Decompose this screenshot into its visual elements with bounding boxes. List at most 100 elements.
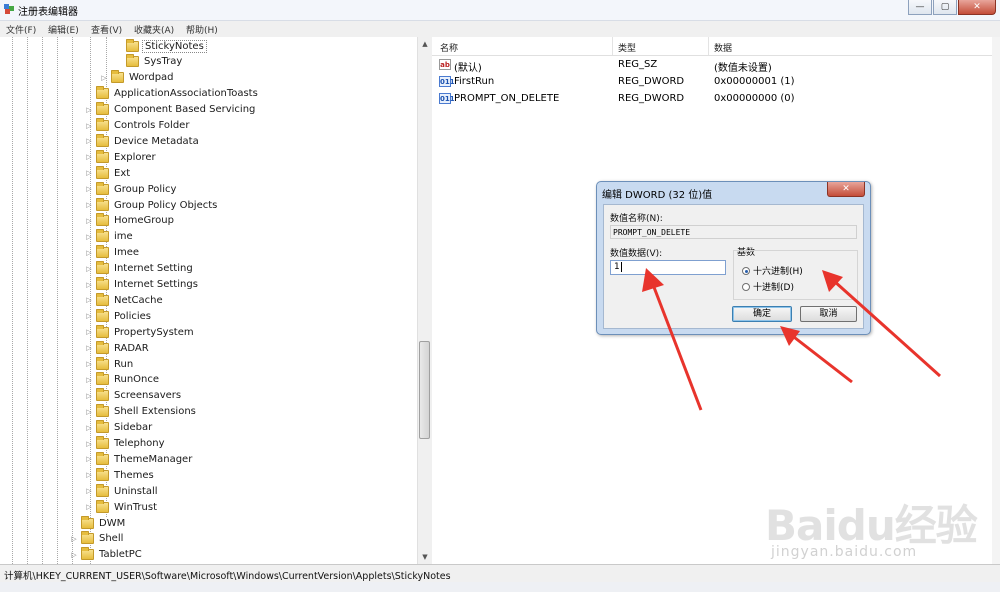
expand-arrow-icon[interactable]: ▷ [84,471,94,479]
tree-item[interactable]: ▷ Wordpad [99,70,176,86]
expand-arrow-icon[interactable]: ▷ [84,265,94,273]
radio-dec-label: 十进制(D) [753,283,794,293]
tree-item[interactable]: ApplicationAssociationToasts [84,86,260,102]
cancel-button[interactable]: 取消 [800,306,857,322]
expand-arrow-icon[interactable]: ▷ [84,360,94,368]
tree-item[interactable]: ▷ Device Metadata [84,133,201,149]
tree-item[interactable]: DWM [69,515,127,531]
expand-arrow-icon[interactable]: ▷ [84,281,94,289]
menu-file[interactable]: 文件(F) [6,23,36,36]
dword-value-icon: 011 [439,93,455,104]
column-type[interactable]: 类型 [618,41,636,54]
tree-item[interactable]: ▷ Group Policy [84,181,178,197]
tree-item[interactable]: ▷ Imee [84,245,141,261]
tree-item[interactable]: ▷ Shell Extensions [84,404,198,420]
tree-item[interactable]: SysTray [114,54,184,70]
value-data-input[interactable]: 1 [610,260,726,275]
folder-icon [81,547,94,561]
list-row[interactable]: 011 PROMPT_ON_DELETE REG_DWORD 0x0000000… [432,91,992,107]
tree-item[interactable]: ▷ ThemeManager [84,451,194,467]
maximize-button[interactable]: ▢ [933,0,957,15]
tree-item-label: ApplicationAssociationToasts [114,88,258,100]
expand-arrow-icon[interactable]: ▷ [84,153,94,161]
expand-arrow-icon[interactable]: ▷ [84,217,94,225]
dialog-body: 数值名称(N): PROMPT_ON_DELETE 数值数据(V): 1 基数 … [603,204,864,329]
expand-arrow-icon[interactable]: ▷ [84,249,94,257]
expand-arrow-icon[interactable]: ▷ [84,392,94,400]
menu-help[interactable]: 帮助(H) [186,23,218,36]
tree-item[interactable]: ▷ Telephony [84,436,167,452]
ok-button[interactable]: 确定 [732,306,792,322]
folder-icon [111,70,124,84]
tree-item[interactable]: ▷ Group Policy Objects [84,197,219,213]
expand-arrow-icon[interactable]: ▷ [84,424,94,432]
tree-item[interactable]: ▷ Sidebar [84,420,154,436]
tree-scrollbar[interactable]: ▲ ▼ [417,37,432,564]
list-scrollbar[interactable] [992,37,1000,564]
expand-arrow-icon[interactable]: ▷ [99,74,109,82]
expand-arrow-icon[interactable]: ▷ [84,169,94,177]
expand-arrow-icon[interactable]: ▷ [84,106,94,114]
tree-item[interactable]: ▷ Themes [84,467,156,483]
radio-decimal[interactable]: 十进制(D) [742,280,794,293]
column-name[interactable]: 名称 [440,41,458,54]
tree-item[interactable]: ▷ Internet Settings [84,277,200,293]
folder-icon [96,197,109,211]
tree-item[interactable]: ▷ Controls Folder [84,118,191,134]
regedit-app-icon [4,4,14,14]
tree-item[interactable]: StickyNotes [114,38,207,54]
expand-arrow-icon[interactable]: ▷ [84,455,94,463]
tree-item[interactable]: ▷ RunOnce [84,372,161,388]
scroll-down-icon[interactable]: ▼ [418,550,432,564]
expand-arrow-icon[interactable]: ▷ [84,328,94,336]
expand-arrow-icon[interactable]: ▷ [84,487,94,495]
registry-tree[interactable]: StickyNotes SysTray ▷ Wordpad ApplicationAss… [0,37,432,564]
list-row[interactable]: 011 FirstRun REG_DWORD 0x00000001 (1) [432,74,992,90]
tree-item-label: Shell [99,533,124,545]
expand-arrow-icon[interactable]: ▷ [84,185,94,193]
tree-item[interactable]: ▷ Component Based Servicing [84,102,257,118]
list-row[interactable]: ab (默认) REG_SZ (数值未设置) [432,57,992,74]
tree-item-label: Internet Settings [114,279,198,290]
expand-arrow-icon[interactable]: ▷ [84,503,94,511]
menu-view[interactable]: 查看(V) [91,23,122,36]
menu-favorites[interactable]: 收藏夹(A) [134,23,174,36]
tree-item[interactable]: ▷ WinTrust [84,499,159,515]
tree-item[interactable]: ▷ HomeGroup [84,213,176,229]
close-button[interactable]: ✕ [958,0,996,15]
tree-item[interactable]: ▷ Ext [84,165,132,181]
expand-arrow-icon[interactable]: ▷ [84,296,94,304]
tree-item[interactable]: ▷ ime [84,229,135,245]
tree-item[interactable]: ▷ Internet Setting [84,261,195,277]
expand-arrow-icon[interactable]: ▷ [69,535,79,543]
expand-arrow-icon[interactable]: ▷ [69,551,79,559]
scroll-up-icon[interactable]: ▲ [418,37,432,51]
expand-arrow-icon[interactable]: ▷ [84,344,94,352]
expand-arrow-icon[interactable]: ▷ [84,122,94,130]
tree-item[interactable]: ▷ Shell [69,531,125,547]
expand-arrow-icon[interactable]: ▷ [84,233,94,241]
tree-item-label: RADAR [114,342,149,354]
expand-arrow-icon[interactable]: ▷ [84,376,94,384]
expand-arrow-icon[interactable]: ▷ [84,137,94,145]
radio-hexadecimal[interactable]: 十六进制(H) [742,264,803,277]
tree-item[interactable]: ▷ NetCache [84,292,165,308]
expand-arrow-icon[interactable]: ▷ [84,408,94,416]
tree-item[interactable]: ▷ Run [84,356,135,372]
tree-item[interactable]: ▷ PropertySystem [84,324,196,340]
tree-item[interactable]: ▷ TabletPC [69,547,144,563]
tree-item[interactable]: ▷ Uninstall [84,483,160,499]
tree-item[interactable]: ▷ Policies [84,308,153,324]
menu-edit[interactable]: 编辑(E) [48,23,79,36]
tree-item[interactable]: ▷ RADAR [84,340,151,356]
scrollbar-thumb[interactable] [419,341,430,439]
expand-arrow-icon[interactable]: ▷ [84,440,94,448]
expand-arrow-icon[interactable]: ▷ [84,312,94,320]
minimize-button[interactable]: — [908,0,932,15]
value-name-field: PROMPT_ON_DELETE [610,225,857,239]
tree-item[interactable]: ▷ Explorer [84,149,158,165]
column-data[interactable]: 数据 [714,41,732,54]
dialog-close-button[interactable]: ✕ [827,182,865,197]
tree-item[interactable]: ▷ Screensavers [84,388,183,404]
expand-arrow-icon[interactable]: ▷ [84,201,94,209]
